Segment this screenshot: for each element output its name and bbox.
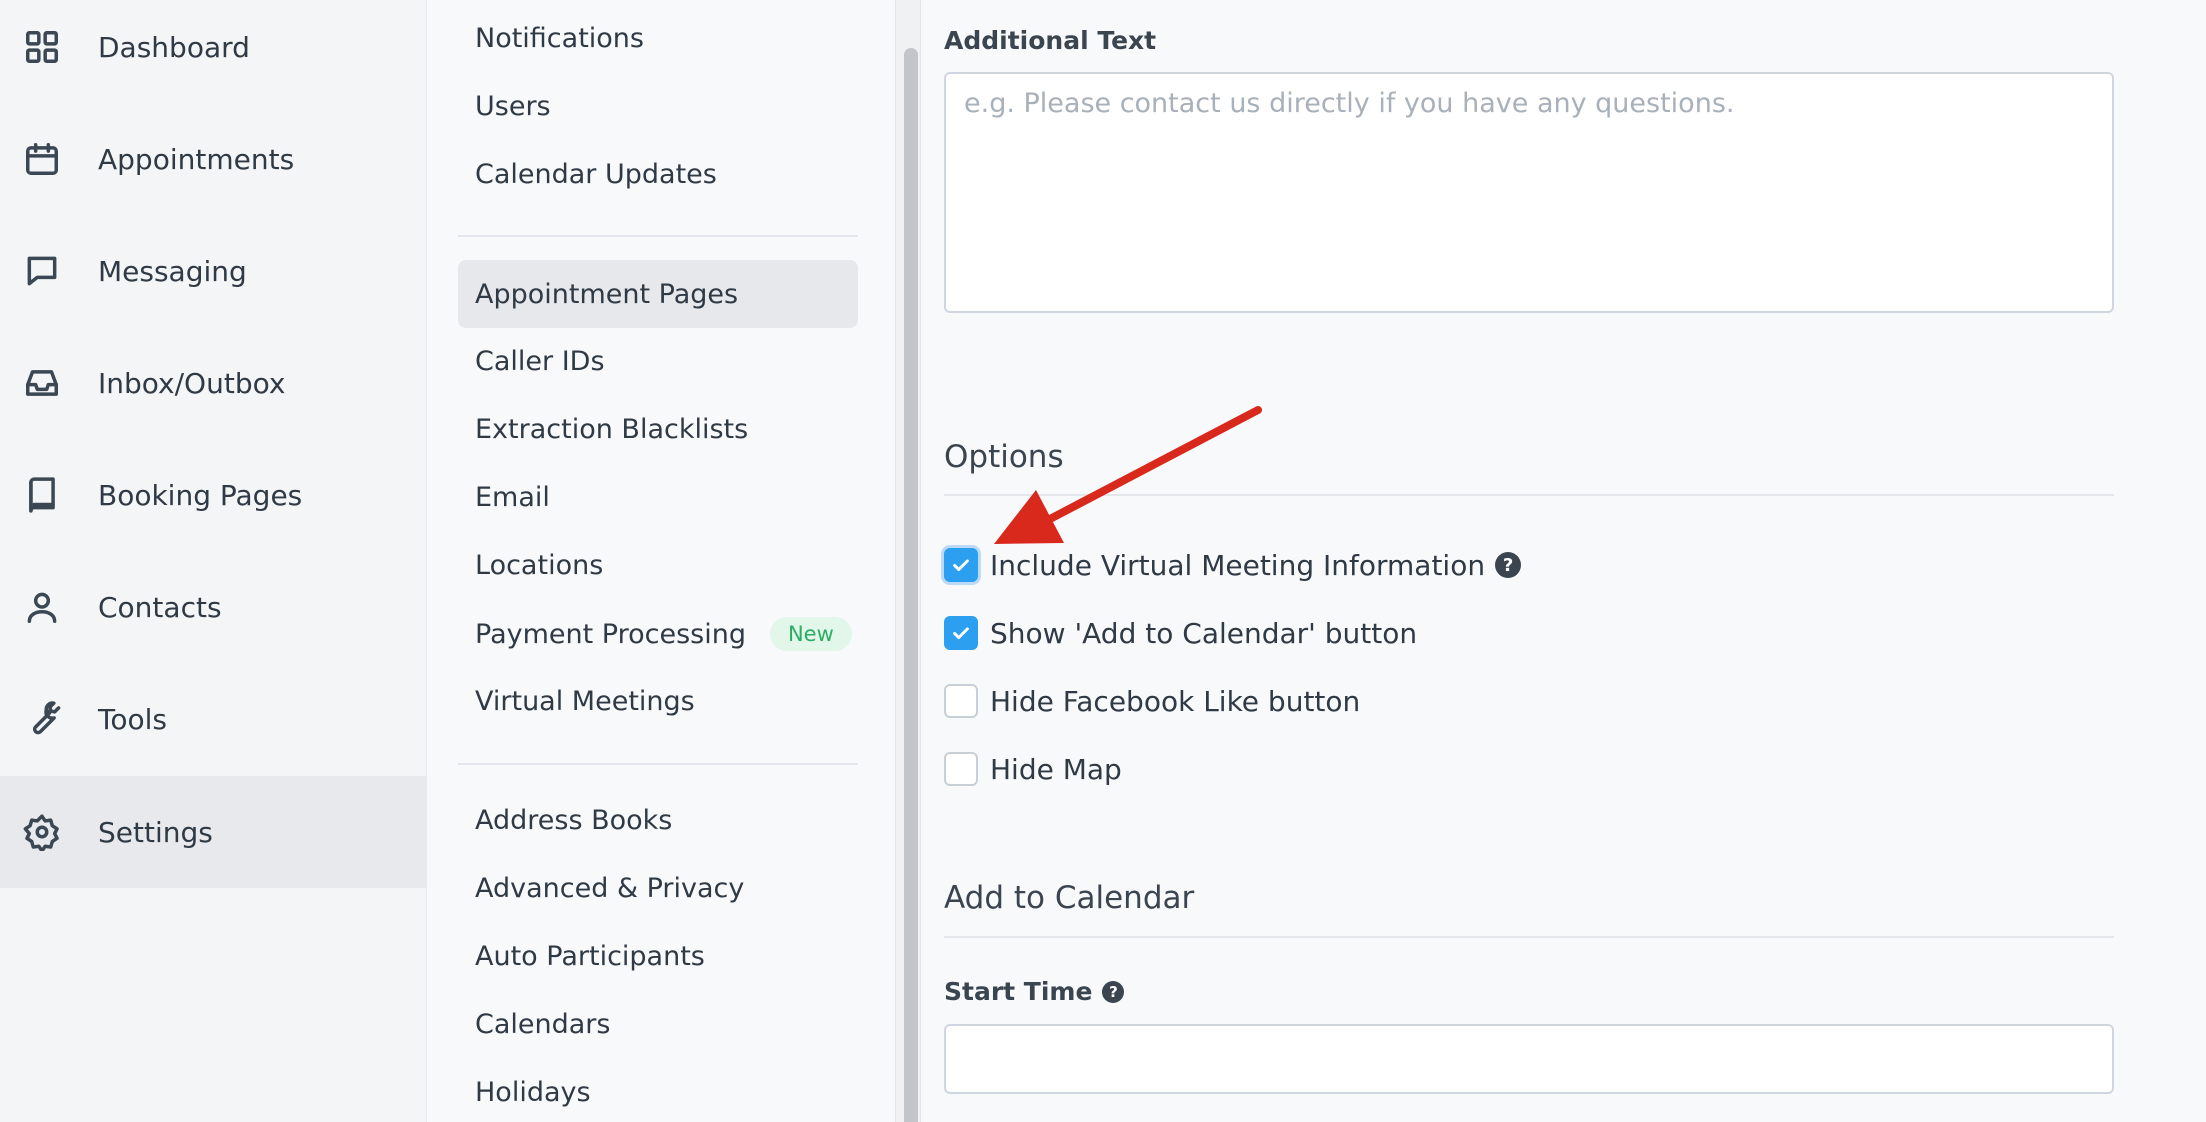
start-time-label: Start Time ? [944,977,1125,1006]
option-label: Include Virtual Meeting Information [990,548,1486,582]
menu-item-caller-ids[interactable]: Caller IDs [458,327,858,395]
options-section-title: Options [944,439,1064,475]
additional-text-label: Additional Text [944,26,1157,55]
nav-item-booking-pages[interactable]: Booking Pages [0,439,427,551]
menu-item-locations[interactable]: Locations [458,531,858,599]
wrench-icon [22,699,62,739]
checkbox-checked[interactable] [944,548,978,582]
nav-item-settings[interactable]: Settings [0,776,427,888]
nav-label: Tools [98,702,167,736]
checkbox-checked[interactable] [944,616,978,650]
gear-icon [22,812,62,852]
additional-text-input[interactable] [944,72,2114,313]
checkbox-unchecked[interactable] [944,684,978,718]
menu-divider [458,235,858,237]
inbox-icon [22,363,62,403]
option-label: Hide Facebook Like button [990,684,1361,718]
nav-label: Booking Pages [98,478,303,512]
nav-item-dashboard[interactable]: Dashboard [0,0,427,103]
menu-item-auto-participants[interactable]: Auto Participants [458,922,858,990]
menu-item-holidays[interactable]: Holidays [458,1058,858,1122]
add-to-calendar-section-title: Add to Calendar [944,880,1195,916]
option-show-add-to-calendar[interactable]: Show 'Add to Calendar' button [944,613,1417,653]
option-label: Show 'Add to Calendar' button [990,616,1418,650]
menu-item-calendars[interactable]: Calendars [458,990,858,1058]
person-icon [22,587,62,627]
menu-item-extraction-blacklists[interactable]: Extraction Blacklists [458,395,858,463]
option-hide-facebook-like[interactable]: Hide Facebook Like button [944,681,1360,721]
nav-label: Settings [98,815,213,849]
menu-item-advanced-privacy[interactable]: Advanced & Privacy [458,854,858,922]
grid-icon [22,27,62,67]
menu-item-virtual-meetings[interactable]: Virtual Meetings [458,667,858,735]
start-time-input[interactable] [944,1024,2114,1094]
nav-label: Messaging [98,254,247,288]
menu-item-calendar-updates[interactable]: Calendar Updates [458,140,858,208]
menu-item-notifications[interactable]: Notifications [458,4,858,72]
calendar-icon [22,139,62,179]
menu-divider [458,763,858,765]
help-icon[interactable]: ? [1495,552,1522,578]
option-hide-map[interactable]: Hide Map [944,749,1122,789]
book-icon [22,475,62,515]
settings-menu: Notifications Users Calendar Updates App… [428,0,895,1122]
nav-item-messaging[interactable]: Messaging [0,215,427,327]
checkbox-unchecked[interactable] [944,752,978,786]
new-badge: New [769,617,852,651]
nav-label: Appointments [98,142,295,176]
nav-label: Inbox/Outbox [98,366,286,400]
help-icon[interactable]: ? [1102,980,1125,1003]
message-icon [22,251,62,291]
section-divider [944,494,2114,496]
nav-item-inbox-outbox[interactable]: Inbox/Outbox [0,327,427,439]
menu-item-email[interactable]: Email [458,463,858,531]
menu-item-payment-processing[interactable]: Payment Processing New [458,600,858,668]
nav-label: Contacts [98,590,222,624]
nav-item-contacts[interactable]: Contacts [0,551,427,663]
nav-item-tools[interactable]: Tools [0,663,427,775]
menu-item-address-books[interactable]: Address Books [458,786,858,854]
nav-label: Dashboard [98,30,250,64]
menu-item-appointment-pages[interactable]: Appointment Pages [458,260,858,328]
option-label: Hide Map [990,752,1122,786]
check-icon [953,627,969,640]
section-divider [944,936,2114,938]
primary-sidebar: Dashboard Appointments Messaging Inbox/O… [0,0,427,1122]
scrollbar-thumb[interactable] [904,48,918,1122]
menu-item-users[interactable]: Users [458,72,858,140]
check-icon [953,559,969,572]
main-content: Additional Text Options Include Virtual … [922,0,2206,1122]
option-include-virtual-meeting[interactable]: Include Virtual Meeting Information ? [944,545,1522,585]
nav-item-appointments[interactable]: Appointments [0,103,427,215]
